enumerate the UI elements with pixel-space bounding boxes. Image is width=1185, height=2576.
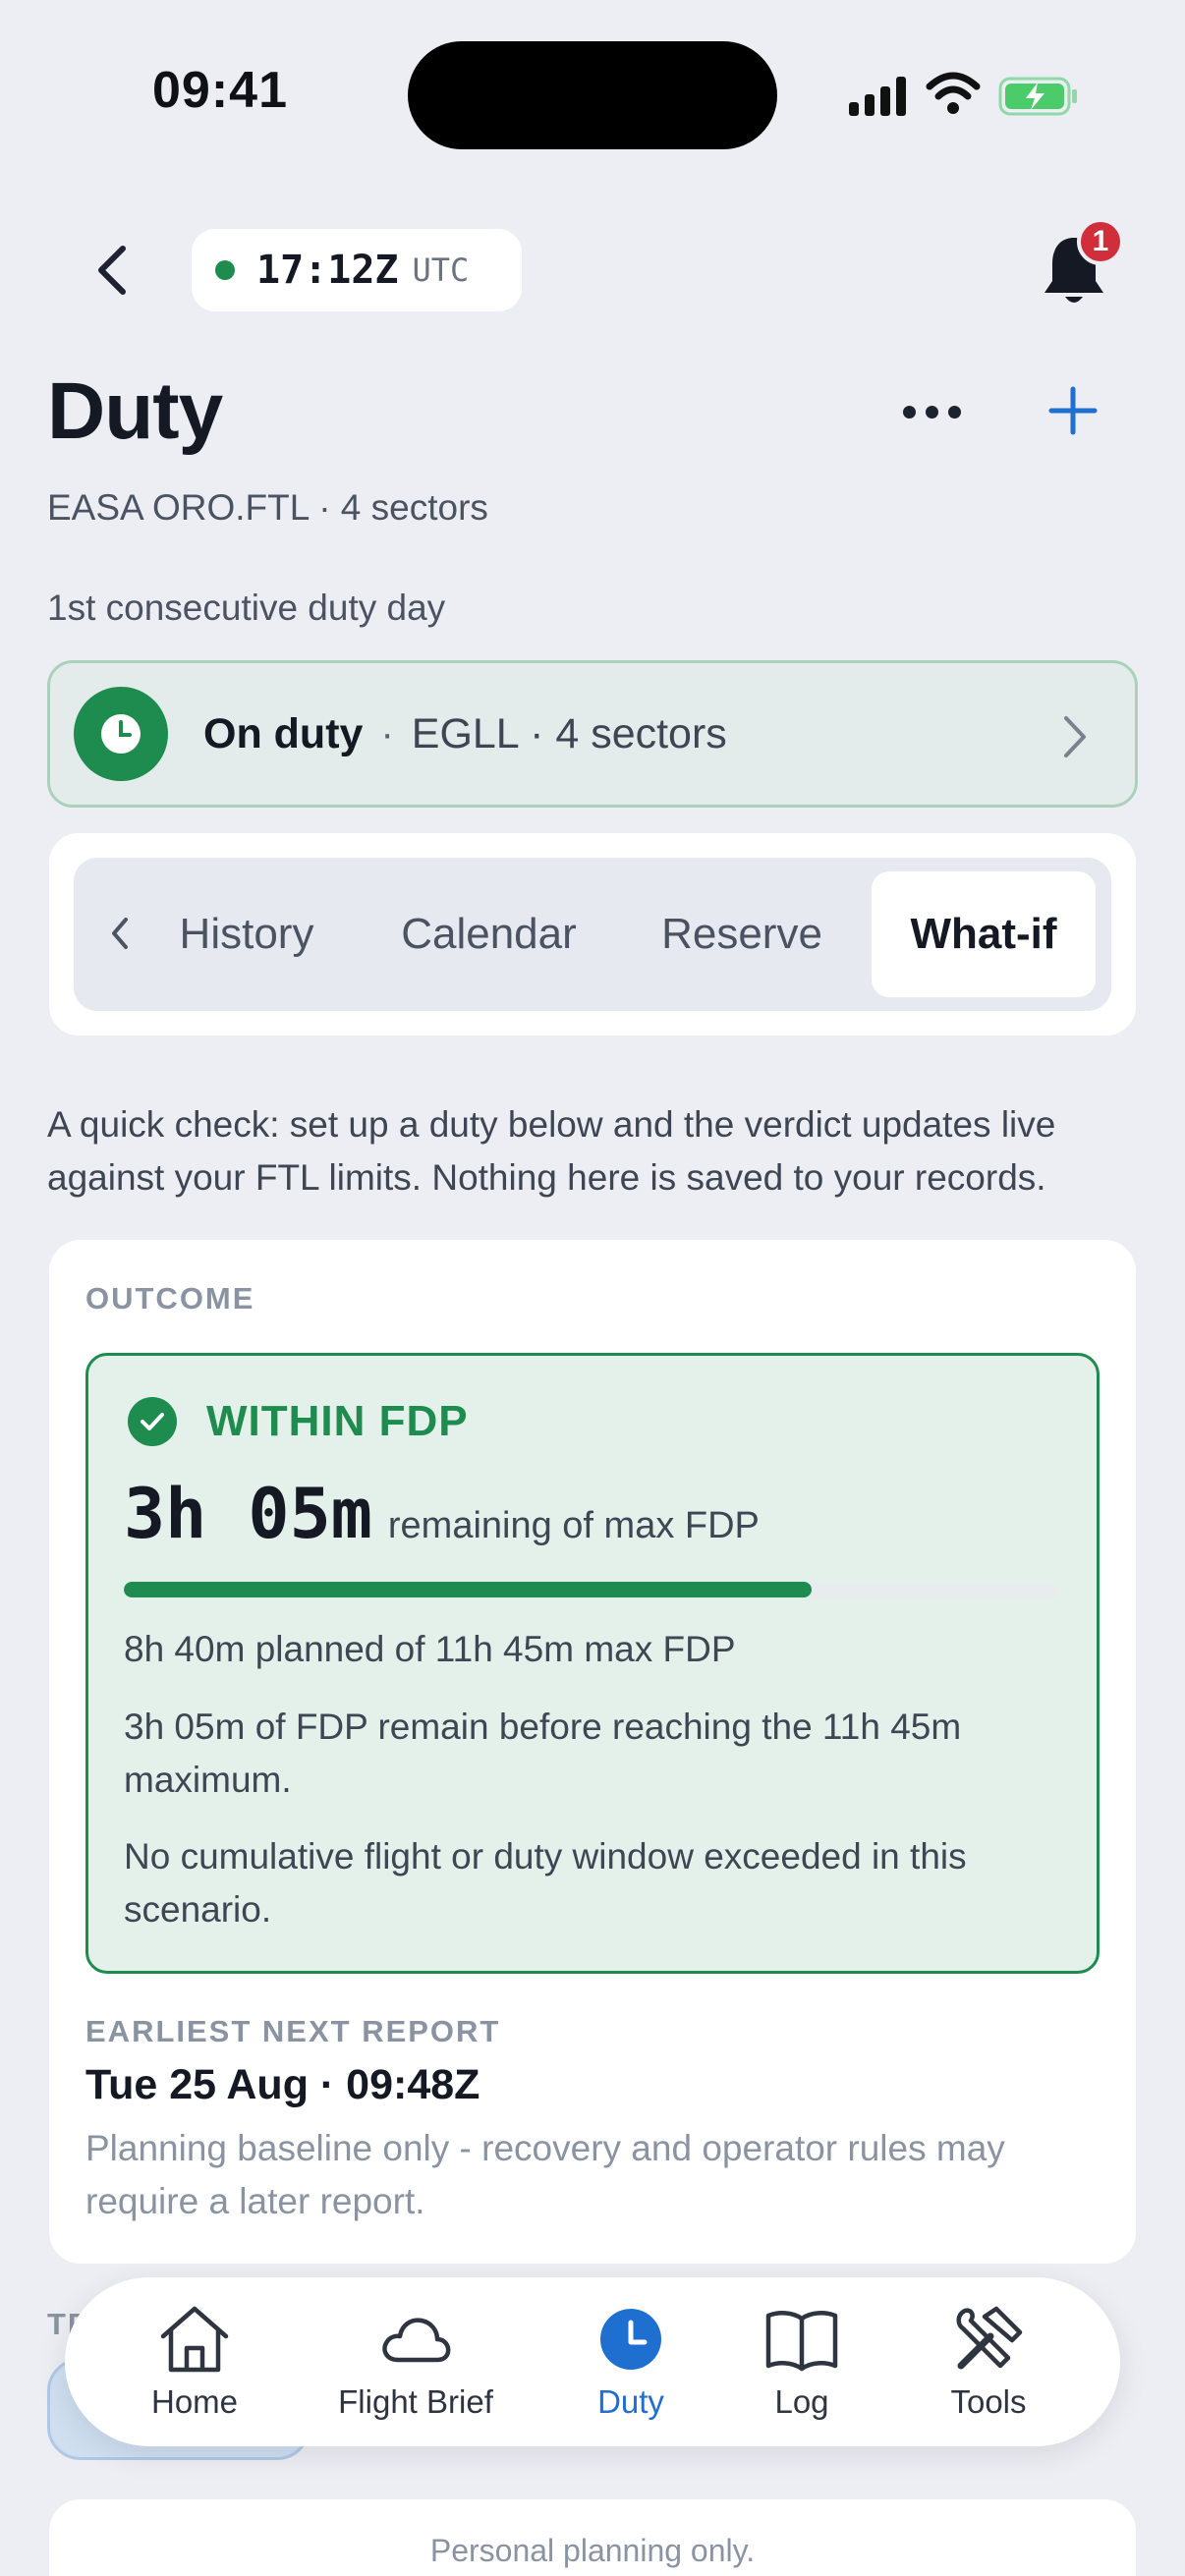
next-report-label: EARLIEST NEXT REPORT: [85, 2014, 501, 2048]
tab-scroll-left-button[interactable]: [98, 904, 141, 963]
more-dot-icon: [902, 405, 916, 419]
utc-label: UTC: [412, 252, 470, 289]
tab-what-if[interactable]: What-if: [872, 871, 1096, 997]
status-bar-time: 09:41: [152, 62, 288, 119]
next-report-value: Tue 25 Aug · 09:48Z: [85, 2061, 480, 2108]
dynamic-island: [408, 41, 777, 149]
nav-tools[interactable]: Tools: [890, 2277, 1087, 2446]
nav-duty-label: Duty: [597, 2383, 664, 2420]
fdp-progress-bar: [124, 1582, 1057, 1597]
more-dot-icon: [947, 405, 961, 419]
nav-tools-label: Tools: [950, 2383, 1027, 2420]
nav-flight-brief[interactable]: Flight Brief: [308, 2277, 524, 2446]
cellular-signal-icon: [849, 77, 908, 116]
nav-home-label: Home: [150, 2383, 239, 2420]
consecutive-duty-day: 1st consecutive duty day: [47, 588, 446, 628]
regulation-subtitle: EASA ORO.FTL · 4 sectors: [47, 487, 488, 528]
chevron-left-icon: [112, 918, 128, 949]
utc-clock: 17:12Z UTC: [192, 229, 522, 311]
nav-duty[interactable]: Duty: [533, 2277, 729, 2446]
verdict-header: WITHIN FDP: [128, 1397, 469, 1446]
more-dot-icon: [925, 405, 938, 419]
check-circle-icon: [128, 1397, 177, 1446]
chevron-right-icon: [1064, 716, 1086, 757]
fdp-planned-line: 8h 40m planned of 11h 45m max FDP: [124, 1629, 736, 1669]
fdp-remaining: 3h 05m remaining of max FDP: [124, 1474, 760, 1554]
fdp-remaining-value: 3h 05m: [124, 1474, 372, 1554]
utc-time: 17:12Z: [256, 248, 399, 293]
outcome-section-label: OUTCOME: [85, 1281, 255, 1316]
nav-log-label: Log: [774, 2383, 829, 2420]
back-button[interactable]: [83, 236, 141, 305]
notification-badge: 1: [1077, 218, 1124, 265]
cumulative-limits-line: No cumulative flight or duty window exce…: [124, 1836, 967, 1930]
add-duty-button[interactable]: [1044, 381, 1102, 440]
duty-detail: EGLL · 4 sectors: [411, 709, 727, 757]
home-icon: [160, 2306, 229, 2373]
duty-separator: ·: [380, 711, 394, 756]
clock-icon: [600, 2309, 661, 2370]
what-if-intro: A quick check: set up a duty below and t…: [47, 1104, 1056, 1198]
duty-clock-icon: [74, 687, 168, 781]
chevron-left-icon: [98, 246, 126, 295]
next-report-note: Planning baseline only - recovery and op…: [85, 2128, 1005, 2221]
live-indicator-dot: [215, 260, 235, 280]
nav-log[interactable]: Log: [704, 2277, 900, 2446]
fdp-remaining-label: remaining of max FDP: [387, 1505, 760, 1546]
fdp-remain-line: 3h 05m of FDP remain before reaching the…: [124, 1707, 962, 1800]
battery-charging-icon: [998, 77, 1077, 116]
footer-disclaimer: Personal planning only.: [429, 2533, 756, 2568]
tab-calendar[interactable]: Calendar: [378, 858, 599, 1011]
page-title: Duty: [47, 366, 223, 456]
duty-status: On duty: [203, 709, 364, 757]
wifi-icon: [926, 72, 981, 114]
tab-reserve[interactable]: Reserve: [639, 858, 845, 1011]
tab-history[interactable]: History: [157, 858, 336, 1011]
verdict-title: WITHIN FDP: [206, 1397, 469, 1445]
cloud-icon: [382, 2318, 451, 2363]
more-options-button[interactable]: [892, 385, 971, 438]
on-duty-banner[interactable]: On duty · EGLL · 4 sectors: [47, 660, 1138, 808]
tools-icon: [956, 2306, 1023, 2370]
nav-home[interactable]: Home: [96, 2277, 293, 2446]
book-icon: [765, 2311, 838, 2372]
bottom-navigation: Home Flight Brief Duty Log Tools: [65, 2277, 1120, 2446]
nav-flight-brief-label: Flight Brief: [338, 2383, 493, 2420]
fdp-progress-fill: [124, 1582, 813, 1597]
